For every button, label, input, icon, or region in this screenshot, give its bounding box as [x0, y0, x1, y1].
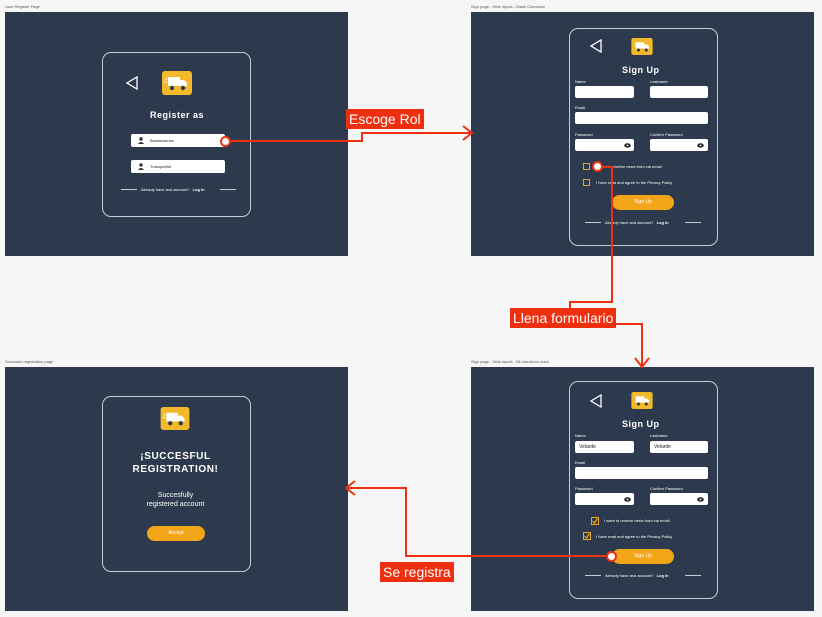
flow-label-escoge-rol: Escoge Rol [346, 109, 424, 129]
flow-label-llena-formulario: Llena formulario [510, 308, 617, 328]
flow-line-escoge-rol [231, 132, 471, 142]
flow-connectors [231, 125, 650, 557]
flow-start-dot-1 [220, 136, 231, 147]
flow-start-dot-2 [592, 161, 603, 172]
flow-line-llena-formulario [569, 166, 643, 366]
flow-line-se-registra [347, 487, 606, 557]
flow-start-dot-3 [606, 551, 617, 562]
flow-label-se-registra: Se registra [380, 562, 454, 582]
